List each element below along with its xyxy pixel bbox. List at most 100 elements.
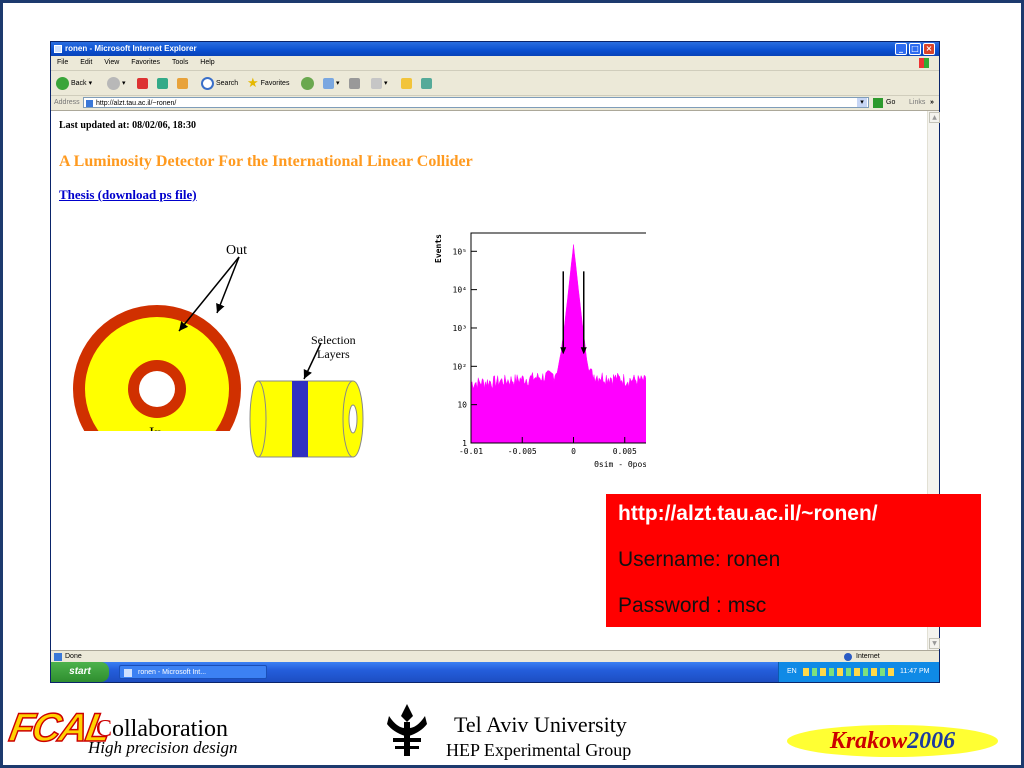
x-tick-label: -0.005: [508, 447, 537, 456]
system-tray: EN 11:47 PM: [778, 662, 939, 682]
links-button[interactable]: Links: [909, 96, 925, 110]
out-arrow-outer: [216, 256, 240, 314]
refresh-icon: [157, 77, 168, 89]
university-name: Tel Aviv University: [454, 712, 627, 737]
toolbar: Back ▾ ▾ Search ★ Favorites ▾ ▾: [51, 71, 939, 96]
password-text: Password : msc: [618, 594, 767, 617]
chevron-right-icon[interactable]: »: [930, 96, 934, 110]
url-text: http://alzt.tau.ac.il/~ronen/: [618, 502, 878, 525]
beam-hole: [139, 371, 175, 407]
menu-tools[interactable]: Tools: [172, 59, 188, 66]
mail-button[interactable]: ▾: [323, 75, 340, 91]
event-badge: Krakow2006: [787, 725, 998, 757]
cylinder-diagram: [249, 342, 364, 458]
windows-logo-icon: [919, 58, 929, 68]
out-arrow-inner: [178, 256, 240, 332]
forward-arrow-icon: [107, 76, 120, 90]
menu-help[interactable]: Help: [200, 59, 214, 66]
print-button[interactable]: [349, 75, 360, 91]
forward-button[interactable]: ▾: [107, 75, 126, 91]
last-updated-text: Last updated at: 08/02/06, 18:30: [59, 120, 196, 131]
chevron-down-icon: ▾: [384, 80, 388, 87]
x-tick-label: 0: [571, 447, 576, 456]
back-button[interactable]: Back ▾: [56, 75, 92, 91]
favorites-button[interactable]: ★ Favorites: [247, 75, 289, 91]
address-input[interactable]: http://alzt.tau.ac.il/~ronen/ ▾: [83, 97, 869, 108]
mail-icon: [323, 77, 334, 89]
thesis-link[interactable]: Thesis (download ps file): [59, 187, 197, 203]
menu-edit[interactable]: Edit: [80, 59, 92, 66]
chevron-down-icon: ▾: [336, 80, 340, 87]
group-name: HEP Experimental Group: [446, 740, 632, 760]
history-icon: [301, 76, 314, 90]
folder-icon: [401, 77, 412, 89]
username-text: Username: ronen: [618, 548, 781, 571]
taskbar-item-ie[interactable]: ronen - Microsoft Int...: [119, 665, 267, 679]
edit-icon: [371, 77, 382, 89]
discuss-button[interactable]: [401, 75, 412, 91]
menu-favorites[interactable]: Favorites: [131, 59, 160, 66]
y-tick-label: 10: [457, 401, 467, 410]
ie-icon: [124, 669, 132, 677]
page-title: A Luminosity Detector For the Internatio…: [59, 153, 473, 170]
chevron-down-icon: ▾: [88, 80, 93, 87]
y-tick-label: 10³: [453, 324, 467, 333]
taskbar: start ronen - Microsoft Int... EN 11:47 …: [51, 662, 939, 682]
messenger-icon: [421, 77, 432, 89]
window-title: ronen - Microsoft Internet Explorer: [65, 44, 197, 53]
y-axis-label: Events: [434, 234, 443, 263]
cylinder-back: [249, 380, 267, 458]
selection-layer: [292, 381, 308, 457]
print-icon: [349, 77, 360, 89]
y-tick-label: 10⁴: [453, 286, 467, 295]
search-button[interactable]: Search: [201, 75, 238, 91]
y-tick-label: 1: [462, 439, 467, 448]
stop-button[interactable]: [137, 75, 148, 91]
histogram-area: [470, 244, 646, 444]
login-info-box: http://alzt.tau.ac.il/~ronen/ Username: …: [606, 494, 981, 627]
in-label: In: [149, 425, 162, 431]
close-button[interactable]: ×: [923, 43, 935, 55]
x-tick-label: 0.005: [613, 447, 637, 456]
go-arrow-icon[interactable]: [873, 98, 883, 108]
menu-bar: File Edit View Favorites Tools Help: [51, 56, 939, 71]
stop-icon: [137, 77, 148, 89]
address-bar: Address http://alzt.tau.ac.il/~ronen/ ▾ …: [51, 96, 939, 111]
refresh-button[interactable]: [157, 75, 168, 91]
start-button[interactable]: start: [51, 662, 109, 682]
cylinder-hole: [348, 404, 358, 434]
scroll-up-icon[interactable]: ▲: [929, 112, 940, 123]
address-label: Address: [54, 99, 80, 106]
go-button[interactable]: Go: [886, 96, 895, 110]
menu-view[interactable]: View: [104, 59, 119, 66]
chart-plot-area: -0.01-0.00500.0050.0111010²10³10⁴10⁵Even…: [434, 232, 646, 469]
home-button[interactable]: [177, 75, 188, 91]
tagline: High precision design: [88, 738, 238, 757]
window-titlebar[interactable]: ronen - Microsoft Internet Explorer _ □ …: [51, 42, 939, 56]
address-url: http://alzt.tau.ac.il/~ronen/: [96, 100, 177, 107]
out-label: Out: [226, 243, 247, 258]
messenger-button[interactable]: [421, 75, 432, 91]
chevron-down-icon[interactable]: ▾: [857, 98, 867, 107]
x-axis-label: Θsim - Θpos (rad): [594, 460, 646, 469]
y-tick-label: 10²: [453, 362, 467, 371]
tray-icons[interactable]: [803, 668, 895, 676]
globe-icon: [844, 653, 852, 661]
search-icon: [201, 76, 214, 90]
maximize-button[interactable]: □: [909, 43, 921, 55]
language-indicator[interactable]: EN: [787, 662, 797, 682]
selection-arrow: [303, 342, 322, 380]
x-tick-label: -0.01: [459, 447, 483, 456]
history-button[interactable]: [301, 75, 314, 91]
scroll-down-icon[interactable]: ▼: [929, 638, 940, 649]
minimize-button[interactable]: _: [895, 43, 907, 55]
menu-file[interactable]: File: [57, 59, 68, 66]
chevron-down-icon: ▾: [122, 80, 126, 87]
tau-logo: [387, 704, 427, 756]
y-tick-label: 10⁵: [453, 247, 467, 256]
home-icon: [177, 77, 188, 89]
page-icon: [86, 100, 93, 107]
events-histogram: -0.01-0.00500.0050.0111010²10³10⁴10⁵Even…: [434, 232, 646, 469]
edit-button[interactable]: ▾: [371, 75, 388, 91]
star-icon: ★: [247, 75, 259, 90]
